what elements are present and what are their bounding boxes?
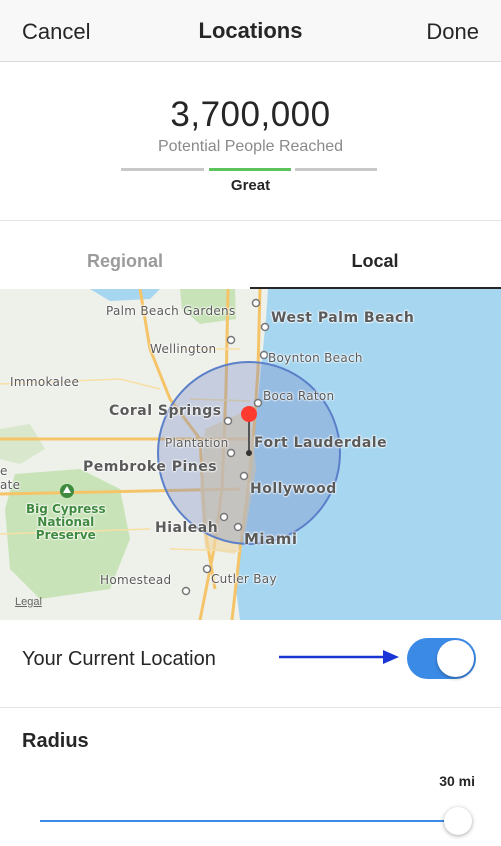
map-label-boynton-beach: Boynton Beach [268, 351, 363, 365]
map-label-plantation: Plantation [165, 436, 229, 450]
reach-meter-segment-low [121, 168, 204, 171]
map-label-palm-beach-gardens: Palm Beach Gardens [106, 304, 236, 318]
map-label-hialeah: Hialeah [155, 520, 219, 536]
done-button[interactable]: Done [426, 19, 479, 45]
map-label-west-palm-beach: West Palm Beach [271, 310, 415, 326]
map-label-hollywood: Hollywood [250, 481, 337, 497]
map-label-partial-left: e [0, 464, 8, 478]
map-label-miami: Miami [244, 530, 298, 548]
tab-regional[interactable]: Regional [0, 221, 250, 288]
nav-bar: Cancel Locations Done [0, 0, 501, 62]
current-location-toggle[interactable] [407, 638, 476, 679]
map-label-big-cypress: Big Cypress National Preserve [26, 502, 106, 542]
map-label-boca-raton: Boca Raton [263, 389, 335, 403]
map-label-cutler-bay: Cutler Bay [211, 572, 277, 586]
current-location-row: Your Current Location [0, 620, 501, 708]
map[interactable]: Palm Beach Gardens West Palm Beach Welli… [0, 289, 501, 620]
legal-link[interactable]: Legal [15, 596, 42, 608]
radius-slider-track[interactable] [40, 820, 460, 822]
map-label-coral-springs: Coral Springs [109, 403, 222, 419]
reach-number: 3,700,000 [170, 95, 331, 134]
toggle-knob [437, 640, 474, 677]
map-label-immokalee: Immokalee [10, 375, 80, 389]
arrow-right-icon [279, 650, 399, 664]
map-label-pembroke-pines: Pembroke Pines [83, 459, 218, 475]
current-location-label: Your Current Location [22, 648, 216, 670]
tab-local[interactable]: Local [250, 221, 500, 288]
reach-quality: Great [230, 177, 271, 194]
map-label-wellington: Wellington [150, 342, 217, 356]
map-label-homestead: Homestead [100, 573, 172, 587]
reach-meter-segment-high [295, 168, 377, 171]
reach-label: Potential People Reached [157, 138, 344, 155]
radius-title: Radius [22, 730, 89, 752]
radius-value: 30 mi [439, 773, 475, 789]
radius-slider-knob[interactable] [444, 807, 472, 835]
map-label-fort-lauderdale: Fort Lauderdale [254, 435, 388, 451]
map-label-partial-left-2: ate [0, 478, 21, 492]
reach-meter-segment-active [209, 168, 291, 171]
map-canvas [0, 289, 501, 620]
